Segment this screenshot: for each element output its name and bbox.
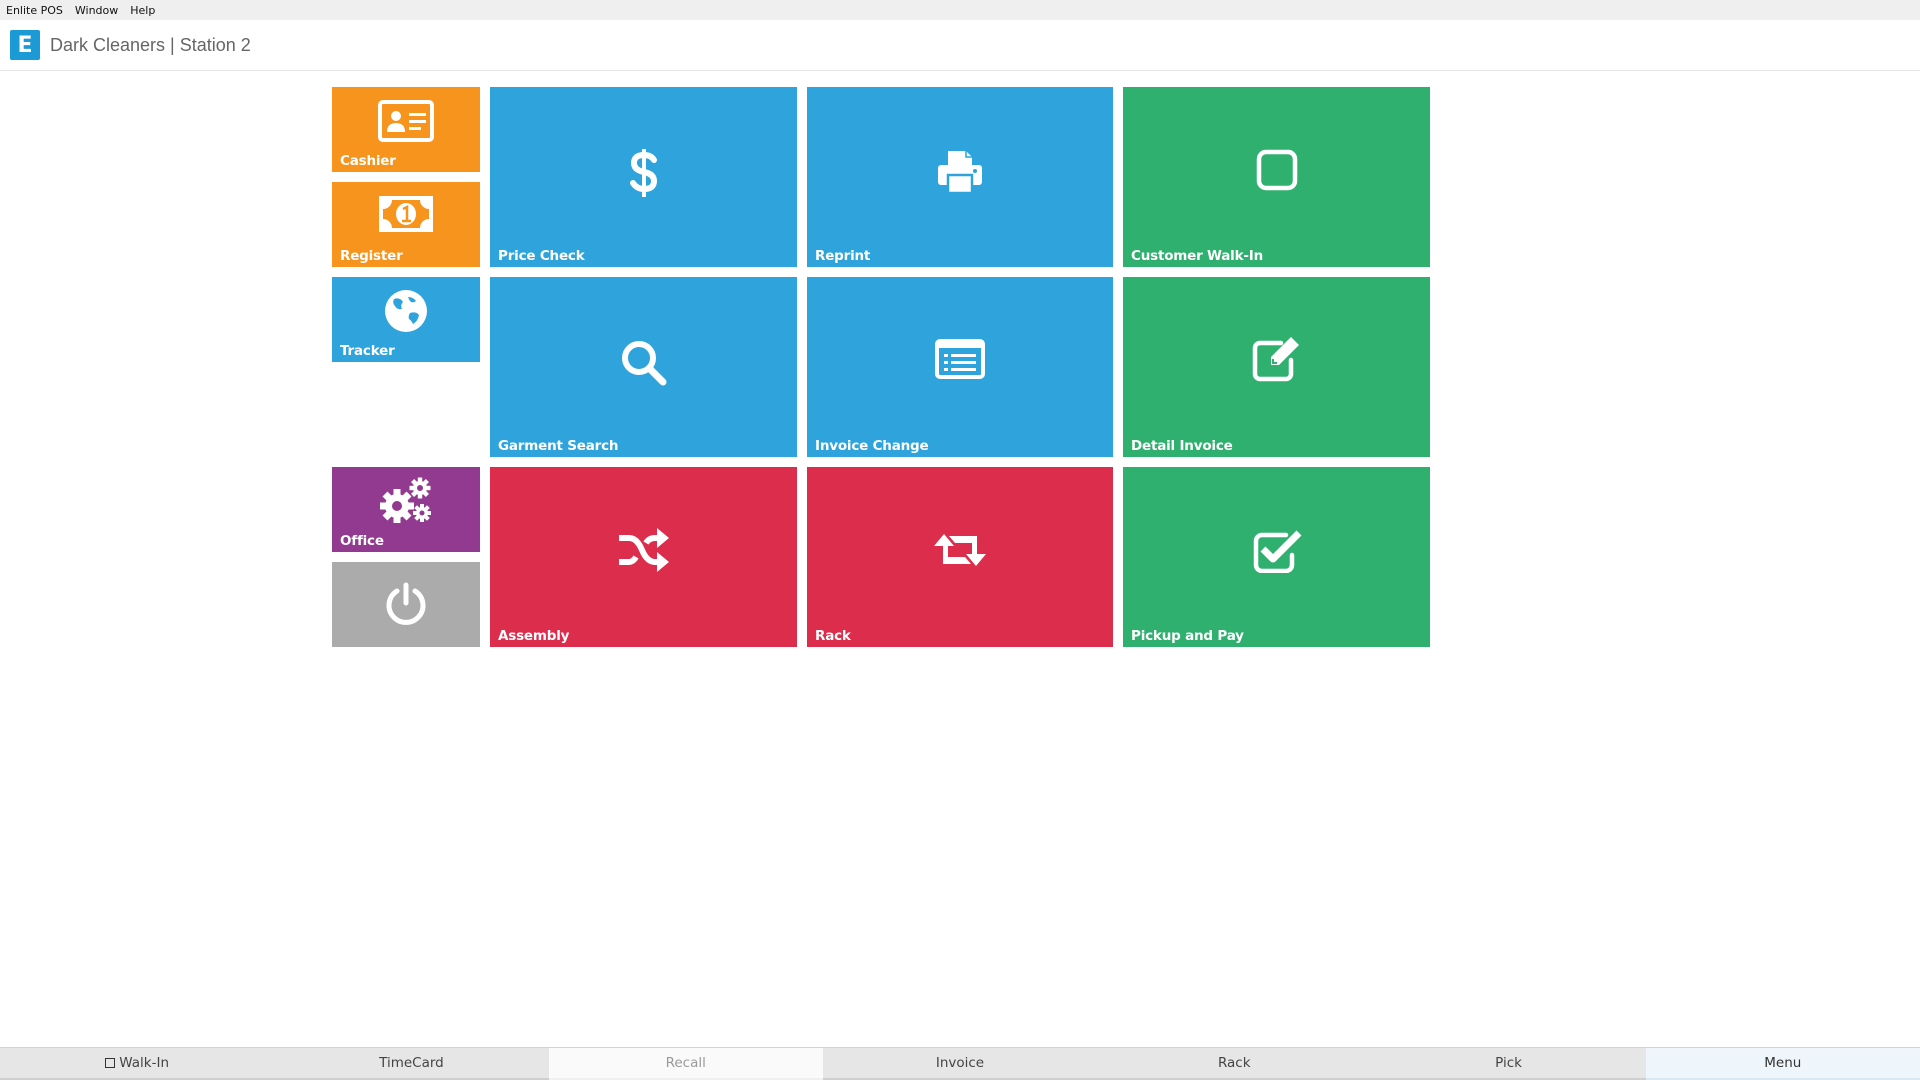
app-window: Enlite POS Window Help E Dark Cleaners |… — [0, 0, 1920, 1080]
tracker-tile[interactable]: Tracker — [332, 277, 480, 362]
tab-walk-in-label: Walk-In — [119, 1055, 170, 1071]
enlite-logo-icon: E — [10, 30, 40, 60]
invoice-change-label: Invoice Change — [815, 438, 929, 454]
cashier-tile[interactable]: Cashier — [332, 87, 480, 172]
tab-walk-in[interactable]: Walk-In — [0, 1048, 275, 1080]
dollar-icon — [629, 149, 657, 197]
tab-menu[interactable]: Menu — [1645, 1048, 1920, 1080]
menu-window[interactable]: Window — [75, 4, 118, 17]
tab-rack-label: Rack — [1217, 1055, 1251, 1071]
tab-invoice-label: Invoice — [935, 1055, 985, 1071]
app-header: E Dark Cleaners | Station 2 — [0, 20, 1920, 71]
tab-timecard-label: TimeCard — [379, 1055, 444, 1071]
detail-invoice-tile[interactable]: Detail Invoice — [1123, 277, 1430, 457]
garment-search-label: Garment Search — [498, 438, 619, 454]
tracker-label: Tracker — [340, 343, 395, 359]
menu-bar: Enlite POS Window Help — [0, 0, 1920, 20]
square-icon — [1256, 149, 1297, 191]
edit-icon — [1252, 337, 1299, 382]
id-card-icon — [378, 100, 434, 142]
cashier-label: Cashier — [340, 153, 396, 169]
tab-pick-label: Pick — [1495, 1055, 1522, 1071]
tab-invoice[interactable]: Invoice — [822, 1048, 1098, 1080]
power-tile[interactable] — [332, 562, 480, 647]
pickup-and-pay-tile[interactable]: Pickup and Pay — [1123, 467, 1430, 647]
assembly-tile[interactable]: Assembly — [490, 467, 797, 647]
customer-walk-in-tile[interactable]: Customer Walk-In — [1123, 87, 1430, 267]
office-label: Office — [340, 533, 384, 549]
assembly-label: Assembly — [498, 628, 570, 644]
price-check-label: Price Check — [498, 248, 585, 264]
retweet-icon — [934, 534, 986, 566]
tab-pick[interactable]: Pick — [1371, 1048, 1646, 1080]
globe-icon — [385, 290, 427, 332]
garment-search-tile[interactable]: Garment Search — [490, 277, 797, 457]
gears-icon — [380, 477, 431, 523]
bottom-tab-bar: Walk-In TimeCard Recall Invoice Rack Pic… — [0, 1047, 1920, 1080]
office-tile[interactable]: Office — [332, 467, 480, 552]
money-bill-icon — [379, 196, 433, 232]
printer-icon — [938, 151, 982, 195]
reprint-tile[interactable]: Reprint — [807, 87, 1113, 267]
menu-enlite-pos[interactable]: Enlite POS — [6, 4, 63, 17]
tab-rack[interactable]: Rack — [1097, 1048, 1372, 1080]
tab-recall[interactable]: Recall — [548, 1048, 823, 1080]
register-tile[interactable]: Register — [332, 182, 480, 267]
page-title: Dark Cleaners | Station 2 — [50, 34, 251, 55]
checkbox-icon[interactable] — [105, 1058, 116, 1068]
pickup-and-pay-label: Pickup and Pay — [1131, 628, 1244, 644]
invoice-change-tile[interactable]: Invoice Change — [807, 277, 1113, 457]
tab-menu-label: Menu — [1764, 1055, 1802, 1071]
rack-tile[interactable]: Rack — [807, 467, 1113, 647]
list-alt-icon — [935, 339, 985, 379]
power-icon — [386, 582, 426, 625]
reprint-label: Reprint — [815, 248, 871, 264]
rack-label: Rack — [815, 628, 851, 644]
detail-invoice-label: Detail Invoice — [1131, 438, 1233, 454]
price-check-tile[interactable]: Price Check — [490, 87, 797, 267]
register-label: Register — [340, 248, 403, 264]
shuffle-icon — [618, 528, 669, 572]
check-square-icon — [1253, 530, 1301, 573]
customer-walk-in-label: Customer Walk-In — [1131, 248, 1264, 264]
tab-timecard[interactable]: TimeCard — [274, 1048, 549, 1080]
tab-recall-label: Recall — [665, 1055, 706, 1071]
search-icon — [621, 341, 666, 386]
menu-help[interactable]: Help — [130, 4, 155, 17]
